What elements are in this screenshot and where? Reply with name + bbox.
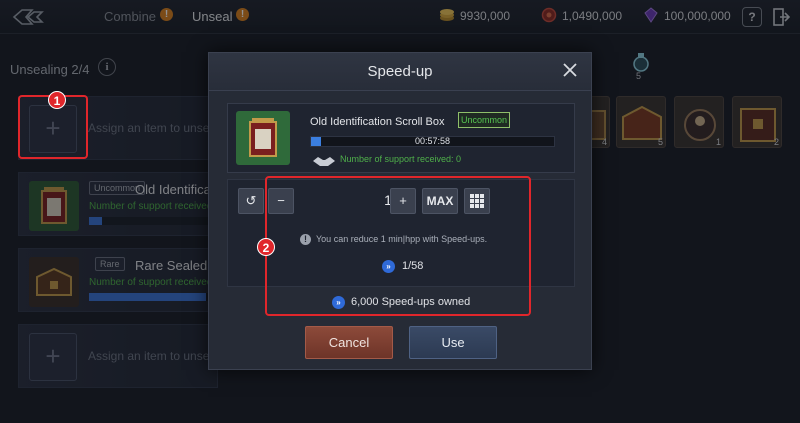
annotation-badge-2: 2 — [257, 238, 275, 256]
support-count: Number of support received: 0 — [340, 154, 462, 164]
handshake-icon — [312, 154, 336, 166]
close-icon[interactable] — [561, 61, 579, 79]
unseal-timer-bar: 00:57:58 — [310, 136, 555, 147]
modal-header: Speed-up — [209, 53, 591, 91]
use-button[interactable]: Use — [409, 326, 497, 359]
unseal-timer-text: 00:57:58 — [414, 136, 451, 146]
cancel-button[interactable]: Cancel — [305, 326, 393, 359]
annotation-badge-1: 1 — [48, 91, 66, 109]
speedup-item-card: Old Identification Scroll Box Uncommon 0… — [227, 103, 575, 173]
scroll-box-icon — [236, 111, 290, 165]
annotation-box-2 — [265, 176, 531, 316]
speedup-item-name: Old Identification Scroll Box — [310, 116, 445, 128]
speedup-item-grade: Uncommon — [458, 112, 511, 128]
reset-icon[interactable]: ↺ — [238, 188, 264, 214]
modal-title: Speed-up — [367, 63, 433, 80]
